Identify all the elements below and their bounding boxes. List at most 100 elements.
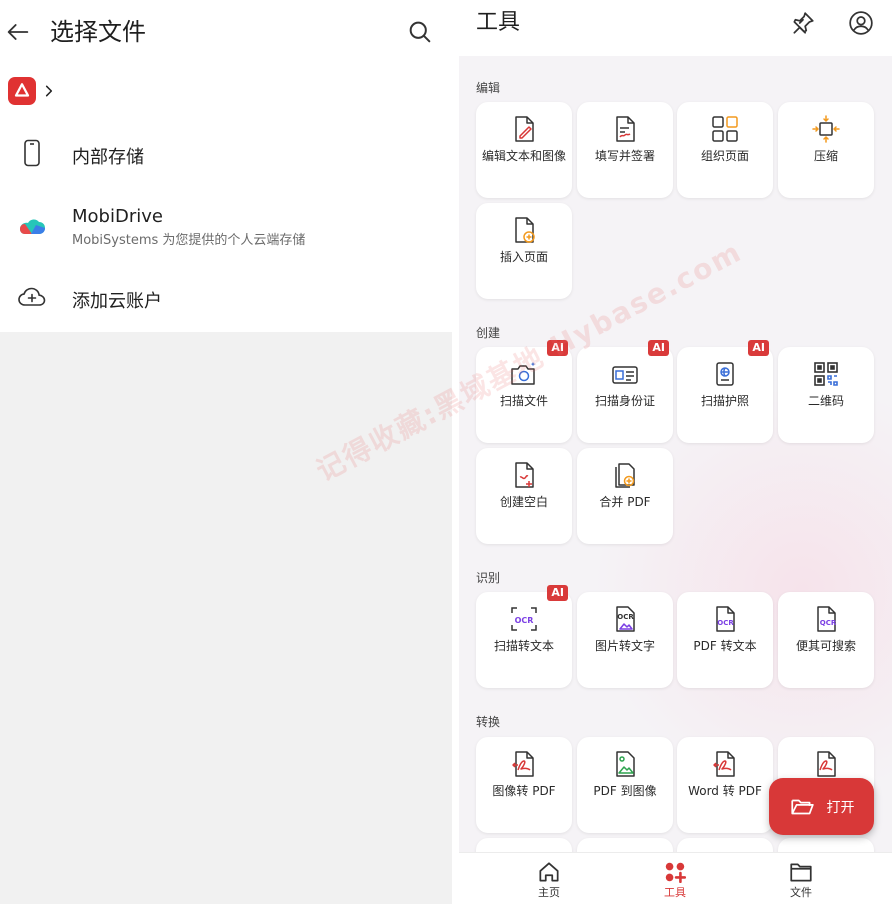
- tool-scan-document[interactable]: AI 扫描文件: [476, 340, 572, 443]
- tool-image-to-pdf[interactable]: 图像转 PDF: [476, 737, 572, 833]
- mobidrive-icon: [16, 212, 48, 244]
- tool-label: Word 转 PDF: [688, 784, 762, 798]
- tool-merge-pdf[interactable]: 合并 PDF: [577, 448, 673, 544]
- folder-icon: [790, 863, 812, 882]
- section-label-convert: 转换: [476, 715, 501, 729]
- tool-label: 压缩: [813, 149, 838, 163]
- tool-insert-page[interactable]: 插入页面: [476, 203, 572, 299]
- tool-label: 便其可搜索: [795, 639, 856, 653]
- tool-label: 扫描身份证: [594, 394, 655, 408]
- chevron-right-icon: [45, 85, 53, 97]
- app-logo-icon[interactable]: [8, 77, 36, 105]
- section-label-edit: 编辑: [476, 81, 501, 95]
- file-picker-panel: 选择文件 内部存储 MobiDrive MobiSystems 为您提供的个人云…: [0, 0, 452, 904]
- tool-label: PDF 到图像: [593, 784, 657, 798]
- word-to-pdf-icon: [713, 751, 735, 777]
- nav-label: 工具: [664, 886, 686, 899]
- tool-label: 编辑文本和图像: [482, 149, 567, 163]
- tools-grid-icon: [665, 862, 687, 884]
- tool-fill-sign[interactable]: 填写并签署: [577, 102, 673, 198]
- tool-label: 扫描护照: [700, 394, 749, 408]
- tool-label: 组织页面: [700, 149, 749, 163]
- id-card-icon: [612, 366, 638, 384]
- qr-code-icon: [814, 362, 838, 386]
- location-title: MobiDrive: [72, 206, 163, 227]
- ai-badge: AI: [748, 340, 769, 356]
- tool-pdf-to-text[interactable]: OCR PDF 转文本: [677, 592, 773, 688]
- location-title: 内部存储: [72, 147, 144, 168]
- new-document-icon: [515, 462, 534, 488]
- tool-compress[interactable]: 压缩: [778, 102, 874, 198]
- tool-qr-code[interactable]: 二维码: [778, 347, 874, 443]
- passport-icon: [716, 362, 734, 386]
- tool-image-to-text[interactable]: OCR 图片转文字: [577, 592, 673, 688]
- section-label-create: 创建: [476, 326, 501, 340]
- svg-text:OCR: OCR: [515, 616, 534, 625]
- tool-label: 二维码: [807, 394, 844, 408]
- tool-label: 扫描文件: [499, 394, 548, 408]
- image-ocr-icon: OCR: [616, 606, 635, 632]
- pdf-to-image-icon: [616, 751, 635, 777]
- phone-icon: [16, 137, 48, 169]
- grid-pages-icon: [712, 116, 738, 142]
- tool-label: 插入页面: [499, 250, 548, 264]
- image-to-pdf-icon: [512, 751, 534, 777]
- svg-text:OCR: OCR: [717, 619, 734, 627]
- ai-badge: AI: [547, 585, 568, 601]
- location-internal-storage[interactable]: 内部存储: [0, 121, 452, 185]
- pin-icon[interactable]: [790, 10, 816, 36]
- nav-label: 主页: [538, 886, 560, 899]
- tool-edit-text-image[interactable]: 编辑文本和图像: [476, 102, 572, 198]
- tool-label: 合并 PDF: [599, 495, 651, 509]
- tool-pdf-to-image[interactable]: PDF 到图像: [577, 737, 673, 833]
- ai-badge: AI: [547, 340, 568, 356]
- location-mobidrive[interactable]: MobiDrive MobiSystems 为您提供的个人云端存储: [0, 196, 452, 260]
- tool-label: 图片转文字: [594, 639, 655, 653]
- compress-icon: [812, 115, 840, 143]
- insert-page-icon: [515, 217, 535, 243]
- folder-open-icon: [790, 799, 814, 814]
- location-title: 添加云账户: [72, 291, 162, 312]
- page-title: 选择文件: [50, 18, 146, 46]
- tool-scan-to-text[interactable]: AI OCR 扫描转文本: [476, 585, 572, 688]
- signature-icon: [616, 116, 635, 142]
- tools-header: 工具: [459, 0, 892, 56]
- pdf-convert-icon: [817, 751, 836, 777]
- nav-tools[interactable]: 工具: [635, 859, 715, 904]
- file-picker-header: 选择文件: [0, 0, 452, 64]
- tool-label: 扫描转文本: [493, 639, 554, 653]
- location-subtitle: MobiSystems 为您提供的个人云端存储: [72, 233, 306, 248]
- location-add-cloud-account[interactable]: 添加云账户: [0, 265, 452, 329]
- home-icon: [539, 862, 559, 882]
- search-icon[interactable]: [406, 18, 434, 46]
- back-arrow-icon[interactable]: [4, 18, 32, 46]
- file-picker-card: 选择文件 内部存储 MobiDrive MobiSystems 为您提供的个人云…: [0, 0, 452, 332]
- tool-label: PDF 转文本: [693, 639, 757, 653]
- tool-word-to-pdf[interactable]: Word 转 PDF: [677, 737, 773, 833]
- tool-scan-id-card[interactable]: AI 扫描身份证: [577, 340, 673, 443]
- ocr-scan-icon: OCR: [511, 607, 537, 631]
- open-file-button[interactable]: 打开: [769, 778, 874, 835]
- section-label-recognize: 识别: [476, 571, 501, 585]
- ai-badge: AI: [648, 340, 669, 356]
- bottom-nav: 主页 工具 文件: [459, 852, 892, 904]
- tool-scan-passport[interactable]: AI 扫描护照: [677, 340, 773, 443]
- nav-files[interactable]: 文件: [761, 859, 841, 904]
- tool-label: 填写并签署: [594, 149, 655, 163]
- svg-text:OCR: OCR: [617, 613, 634, 621]
- tool-make-searchable[interactable]: QCR 便其可搜索: [778, 592, 874, 688]
- merge-documents-icon: [615, 463, 635, 488]
- tool-label: 创建空白: [499, 495, 548, 509]
- tool-organize-pages[interactable]: 组织页面: [677, 102, 773, 198]
- nav-label: 文件: [790, 886, 812, 899]
- cloud-add-icon: [16, 281, 48, 313]
- camera-icon: [511, 362, 536, 385]
- account-icon[interactable]: [848, 10, 874, 36]
- svg-text:QCR: QCR: [820, 619, 837, 627]
- nav-home[interactable]: 主页: [509, 859, 589, 904]
- tool-create-blank[interactable]: 创建空白: [476, 448, 572, 544]
- edit-document-icon: [515, 116, 534, 142]
- searchable-document-icon: QCR: [817, 606, 837, 632]
- tool-label: 图像转 PDF: [492, 784, 556, 798]
- breadcrumb: [8, 76, 56, 106]
